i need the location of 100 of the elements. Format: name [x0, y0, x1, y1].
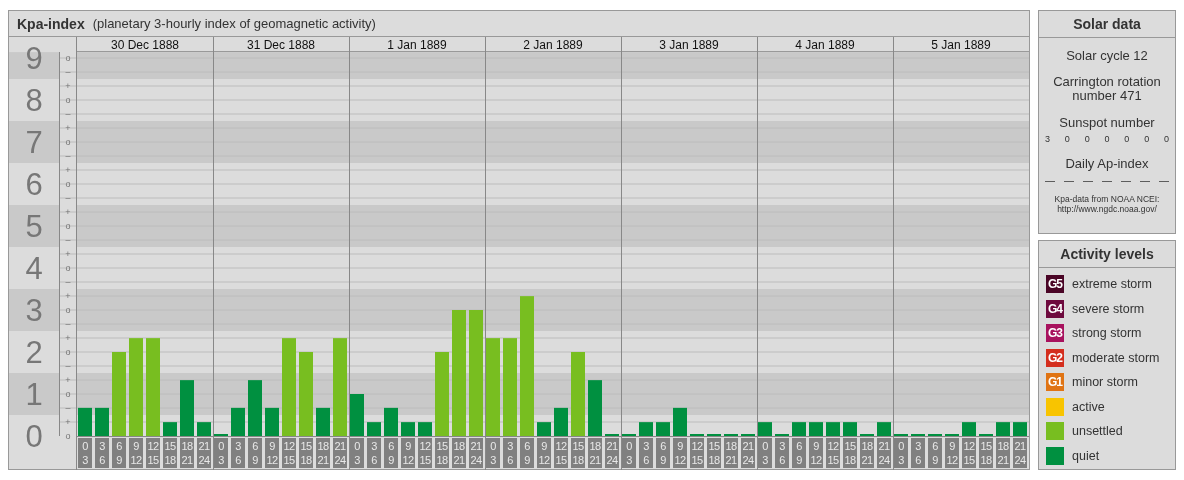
y-axis-label: 6 [25, 167, 43, 202]
hour-range-label: 18 21 [316, 438, 330, 468]
x-tick-label: 3 6 [779, 440, 786, 466]
y-tick-label: – [65, 235, 71, 245]
panel-subtitle: (planetary 3-hourly index of geomagnetic activity) [92, 16, 376, 31]
y-tick-label: – [65, 193, 71, 203]
hour-range-label: 12 15 [146, 438, 160, 468]
hour-range-label: 12 15 [826, 438, 840, 468]
hour-range-label: 15 18 [435, 438, 449, 468]
row-band [9, 373, 59, 415]
level-label: active [1072, 399, 1105, 414]
x-tick-label: 6 9 [932, 440, 939, 466]
sunspot-value: 0 [1163, 134, 1169, 144]
row-band [9, 121, 59, 163]
level-label: minor storm [1072, 375, 1138, 389]
hour-range-label: 3 6 [503, 438, 517, 468]
hour-range-label: 21 24 [333, 438, 347, 468]
x-tick-label: 6 9 [252, 440, 259, 466]
level-swatch: G1 [1046, 373, 1064, 391]
y-tick-label: o [65, 95, 71, 105]
y-tick-label: + [65, 417, 71, 427]
hour-range-label: 9 12 [673, 438, 687, 468]
x-tick-label: 3 6 [235, 440, 242, 466]
y-tick-label: o [65, 53, 71, 63]
hour-range-label: 9 12 [809, 438, 823, 468]
date-label: 31 Dec 1888 [246, 38, 316, 52]
ap-value: — [1045, 175, 1055, 186]
hour-range-label: 9 12 [265, 438, 279, 468]
y-tick-label: – [65, 403, 71, 413]
hour-range-label: 18 21 [724, 438, 738, 468]
hour-range-label: 0 3 [486, 438, 500, 468]
panel-title: Kpa-index [17, 15, 85, 32]
ap-value: — [1064, 175, 1074, 186]
y-axis-label: 7 [25, 125, 43, 160]
hour-range-label: 3 6 [639, 438, 653, 468]
date-label: 30 Dec 1888 [110, 38, 180, 52]
hour-range-label: 0 3 [350, 438, 364, 468]
hour-range-label: 3 6 [775, 438, 789, 468]
x-tick-label: 0 3 [898, 440, 905, 466]
row-band [9, 289, 59, 331]
x-tick-label: 3 6 [371, 440, 378, 466]
x-tick-label: 6 9 [660, 440, 667, 466]
y-axis-label: 3 [25, 293, 43, 328]
hour-range-label: 18 21 [180, 438, 194, 468]
hour-range-label: 21 24 [1013, 438, 1027, 468]
hour-range-label: 21 24 [877, 438, 891, 468]
hour-range-label: 0 3 [758, 438, 772, 468]
y-tick-label: + [65, 249, 71, 259]
y-tick-label: + [65, 123, 71, 133]
level-swatch: G5 [1046, 275, 1064, 293]
y-axis-label: 2 [25, 335, 43, 370]
sunspot-value: 0 [1144, 134, 1150, 144]
hour-range-label: 21 24 [469, 438, 483, 468]
y-tick-label: o [65, 431, 71, 441]
x-tick-label: 6 9 [116, 440, 123, 466]
y-tick-label: o [65, 263, 71, 273]
y-tick-label: o [65, 389, 71, 399]
x-tick-label: 0 3 [354, 440, 361, 466]
sunspot-value: 0 [1104, 134, 1110, 144]
y-tick-label: – [65, 67, 71, 77]
ap-value: — [1083, 175, 1093, 186]
solar-cycle-text: Solar cycle 12 [1066, 48, 1148, 63]
hour-range-label: 0 3 [214, 438, 228, 468]
hour-range-label: 3 6 [95, 438, 109, 468]
level-label: quiet [1072, 448, 1100, 463]
hour-range-label: 15 18 [163, 438, 177, 468]
hour-range-label: 0 3 [894, 438, 908, 468]
y-tick-label: o [65, 305, 71, 315]
hour-range-label: 9 12 [537, 438, 551, 468]
hour-range-label: 12 15 [690, 438, 704, 468]
hour-range-label: 21 24 [605, 438, 619, 468]
hour-range-label: 3 6 [231, 438, 245, 468]
source-url: http://www.ngdc.noaa.gov/ [1057, 204, 1157, 214]
date-label: 1 Jan 1889 [387, 38, 447, 52]
hour-range-label: 6 9 [520, 438, 534, 468]
hour-range-label: 15 18 [843, 438, 857, 468]
y-axis-label: 1 [25, 377, 43, 412]
hour-range-label: 15 18 [571, 438, 585, 468]
y-tick-label: o [65, 347, 71, 357]
ap-value: — [1102, 175, 1112, 186]
level-label: moderate storm [1072, 350, 1160, 365]
ap-value: — [1159, 175, 1169, 186]
hour-range-label: 0 3 [78, 438, 92, 468]
y-axis-label: 4 [25, 251, 43, 286]
hour-range-label: 21 24 [741, 438, 755, 468]
x-tick-label: 0 3 [82, 440, 89, 466]
y-tick-label: – [65, 109, 71, 119]
ap-value: — [1140, 175, 1150, 186]
date-label: 2 Jan 1889 [523, 38, 583, 52]
sunspot-heading: Sunspot number [1059, 115, 1155, 130]
hour-range-label: 6 9 [384, 438, 398, 468]
x-tick-label: 3 6 [643, 440, 650, 466]
hour-range-label: 6 9 [248, 438, 262, 468]
panel-title: Activity levels [1039, 241, 1175, 268]
hour-range-label: 6 9 [112, 438, 126, 468]
y-tick-label: + [65, 81, 71, 91]
level-label: strong storm [1072, 326, 1142, 340]
y-tick-label: o [65, 179, 71, 189]
hour-range-label: 15 18 [707, 438, 721, 468]
hour-range-label: 6 9 [928, 438, 942, 468]
